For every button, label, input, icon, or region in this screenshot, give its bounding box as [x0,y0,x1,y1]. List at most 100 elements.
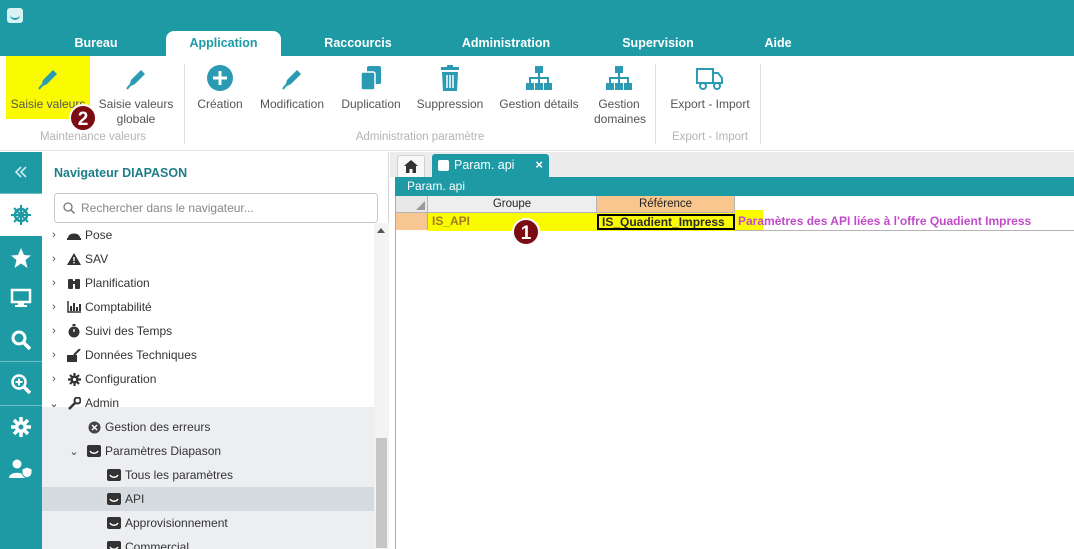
close-icon[interactable]: × [535,157,543,172]
rail-favorites-button[interactable] [0,238,42,278]
cell-description[interactable]: Paramètres des API liées à l'offre Quadi… [735,213,1074,230]
navigator-panel: Navigateur DIAPASON › Pose › SAV › [42,152,389,549]
rail-user-admin-button[interactable] [0,449,42,489]
search-icon [11,330,32,351]
collapse-navigator-button[interactable] [0,152,42,192]
chevron-down-icon[interactable]: ⌄ [48,397,60,410]
tree-item-suivi-des-temps[interactable]: › Suivi des Temps [42,319,374,343]
chevron-right-icon[interactable]: › [48,349,60,361]
chevron-right-icon[interactable]: › [48,373,60,385]
chevron-right-icon[interactable]: › [48,253,60,265]
tree-item-label: Admin [85,396,120,410]
tree-item-label: Comptabilité [85,300,152,314]
ribbon-separator [760,64,761,144]
content-area: Param. api × Param. api Groupe Référence… [390,152,1074,549]
rail-settings-button[interactable] [0,407,42,447]
export-import-button[interactable]: Export - Import [664,56,756,126]
modification-button[interactable]: Modification [254,56,330,126]
ribbon-group-export: Export - Import [671,131,749,143]
saisie-valeurs-globale-button[interactable]: Saisie valeurs globale [94,56,178,126]
tree-item-comptabilite[interactable]: › Comptabilité [42,295,374,319]
menu-tab-supervision[interactable]: Supervision [612,31,704,56]
double-chevron-left-icon [14,166,27,178]
gestion-domaines-label: Gestion domaines [594,97,647,126]
chevron-down-icon[interactable]: ⌄ [68,445,80,458]
suppression-button[interactable]: Suppression [412,56,488,126]
export-import-label: Export - Import [670,97,750,111]
menu-tab-application[interactable]: Application [166,31,281,56]
main-menu-bar: Bureau Application Raccourcis Administra… [0,31,1074,56]
menu-tab-raccourcis[interactable]: Raccourcis [316,31,400,56]
tree-item-admin[interactable]: ⌄ Admin [42,391,374,415]
gestion-details-button[interactable]: Gestion détails [494,56,584,126]
tree-item-commercial[interactable]: Commercial [42,535,374,549]
tree-item-label: Approvisionnement [125,516,228,530]
ribbon-toolbar: Saisie valeurs Saisie valeurs globale Cr… [0,56,1074,151]
diapason-icon [106,467,122,483]
rail-search-button[interactable] [0,320,42,360]
row-marker[interactable] [396,213,428,230]
ribbon-group-maintenance: Maintenance valeurs [39,131,147,143]
chevron-right-icon[interactable]: › [48,277,60,289]
home-tab[interactable] [397,155,425,177]
rail-screens-button[interactable] [0,278,42,318]
column-header-reference[interactable]: Référence [597,196,735,213]
chevron-right-icon[interactable]: › [48,301,60,313]
duplication-button[interactable]: Duplication [334,56,408,126]
hardhat-icon [66,227,82,243]
tree-item-donnees-techniques[interactable]: › Données Techniques [42,343,374,367]
panel-title-bar: Param. api [395,177,1074,196]
menu-tab-aide[interactable]: Aide [756,31,800,56]
tree-item-sav[interactable]: › SAV [42,247,374,271]
tree-item-configuration[interactable]: › Configuration [42,367,374,391]
chevron-right-icon[interactable]: › [48,229,60,241]
gear-icon [11,417,31,437]
tree-item-label: Pose [85,228,113,242]
rail-navigator-button[interactable] [0,194,42,236]
tree-item-label: Données Techniques [85,348,197,362]
tree-item-pose[interactable]: › Pose [42,223,374,247]
ribbon-separator [184,64,185,144]
tree-item-label: Planification [85,276,150,290]
scroll-up-arrow-icon[interactable] [377,228,385,233]
hierarchy-icon [526,66,552,90]
scrollbar-thumb[interactable] [376,438,387,548]
tab-param-api[interactable]: Param. api × [432,154,549,177]
tree-item-label: Tous les paramètres [125,468,234,482]
navigator-search-input[interactable] [81,200,371,216]
tree-item-gestion-erreurs[interactable]: Gestion des erreurs [42,415,374,439]
diapason-icon [106,539,122,549]
column-header-groupe[interactable]: Groupe [428,196,597,213]
cell-reference[interactable]: IS_Quadient_Impress [597,214,735,230]
tree-item-label: API [125,492,145,506]
grid-select-all-corner[interactable] [396,196,428,213]
truck-icon [696,68,723,90]
tree-item-parametres-diapason[interactable]: ⌄ Paramètres Diapason [42,439,374,463]
suppression-label: Suppression [416,97,484,111]
stopwatch-icon [66,323,82,339]
tree-item-approvisionnement[interactable]: Approvisionnement [42,511,374,535]
menu-tab-administration[interactable]: Administration [450,31,562,56]
star-icon [11,248,31,268]
tree-item-label: Paramètres Diapason [105,444,222,458]
tab-param-api-label: Param. api [454,158,515,172]
navigator-scrollbar[interactable] [374,223,389,549]
chevron-right-icon[interactable]: › [48,325,60,337]
creation-button[interactable]: Création [190,56,250,126]
error-icon [86,419,102,435]
gestion-domaines-button[interactable]: Gestion domaines [588,56,650,126]
navigator-title: Navigateur DIAPASON [54,166,188,180]
warning-icon [66,251,82,267]
rail-zoom-button[interactable] [0,364,42,404]
tree-item-api[interactable]: API [42,487,374,511]
tree-item-tous-les-parametres[interactable]: Tous les paramètres [42,463,374,487]
menu-tab-bureau[interactable]: Bureau [60,31,132,56]
tree-item-label: Gestion des erreurs [105,420,211,434]
copy-icon [360,66,381,91]
diapason-icon [438,160,449,171]
ribbon-group-admin: Administration paramètre [355,131,485,143]
tree-item-planification[interactable]: › Planification [42,271,374,295]
annotation-badge-1: 1 [512,218,540,246]
zoom-in-icon [11,374,32,395]
saisie-valeurs-globale-label: Saisie valeurs globale [98,97,174,126]
